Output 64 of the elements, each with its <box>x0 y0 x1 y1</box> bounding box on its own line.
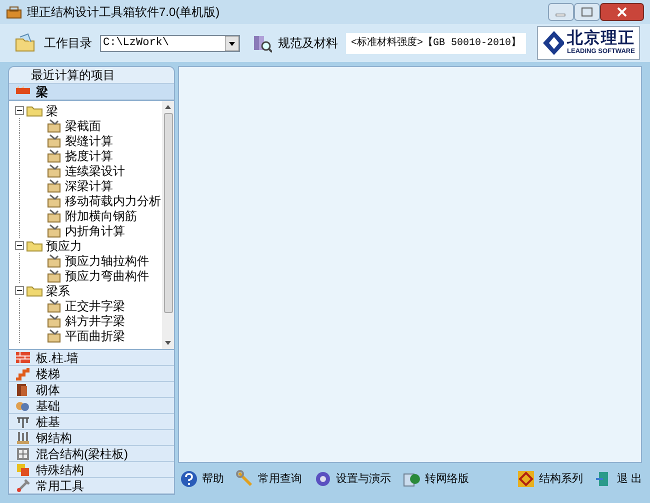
scrollbar-thumb[interactable] <box>164 113 172 313</box>
brick-wall-icon <box>15 350 31 366</box>
gear-button[interactable]: 设置与演示 <box>314 470 391 488</box>
recent-projects-item[interactable]: 最近计算的项目 <box>9 67 174 84</box>
tree-item[interactable]: 预应力 <box>46 236 82 254</box>
category-item[interactable]: 楼梯 <box>9 366 174 382</box>
diamond-logo-icon <box>542 30 564 56</box>
tree-item[interactable]: 梁截面 <box>65 116 101 134</box>
tree-item[interactable]: 内折角计算 <box>65 222 125 240</box>
window-title: 理正结构设计工具箱软件7.0(单机版) <box>27 4 220 21</box>
tree-toggle-icon[interactable] <box>15 286 24 295</box>
category-item[interactable]: 常用工具 <box>9 478 174 494</box>
books-magnifier-icon <box>252 33 272 53</box>
steel-icon <box>15 430 31 446</box>
close-icon <box>600 3 644 21</box>
folder-icon <box>14 33 36 53</box>
tree-item[interactable]: 梁 <box>46 102 58 120</box>
dropdown-arrow-icon <box>225 36 239 50</box>
diamond-logo-button[interactable]: 结构系列 <box>516 470 583 488</box>
tree-item[interactable]: 连续梁设计 <box>65 162 125 180</box>
directory-dropdown[interactable]: C:\LzWork\ <box>100 34 240 52</box>
tree-item[interactable]: 斜方井字梁 <box>65 312 125 330</box>
scrollbar[interactable] <box>162 101 174 349</box>
tree-item[interactable]: 深梁计算 <box>65 176 113 194</box>
wrench-icon <box>236 470 254 488</box>
tree-item[interactable]: 平面曲折梁 <box>65 326 125 344</box>
tree-item[interactable]: 裂缝计算 <box>65 132 113 150</box>
folder-icon <box>26 104 44 117</box>
category-item[interactable]: 基础 <box>9 398 174 414</box>
category-item[interactable]: 混合结构(梁柱板) <box>9 446 174 462</box>
tree-item[interactable]: 预应力轴拉构件 <box>65 252 149 270</box>
help-icon <box>180 470 198 488</box>
grid-icon <box>15 446 31 462</box>
category-item[interactable]: 桩基 <box>9 414 174 430</box>
tree-toggle-icon[interactable] <box>15 106 24 115</box>
folder-icon <box>26 239 44 252</box>
folder-icon <box>26 284 44 297</box>
diamond-logo-icon <box>516 470 535 488</box>
category-item[interactable]: 梁 <box>9 84 174 100</box>
category-item[interactable]: 砌体 <box>9 382 174 398</box>
toolbox-icon <box>6 5 22 19</box>
tree-toggle-icon[interactable] <box>15 241 24 250</box>
stairs-icon <box>15 366 31 382</box>
tools-icon <box>15 478 31 494</box>
spec-field[interactable]: <标准材料强度>【GB 50010-2010】 <box>346 32 526 54</box>
tree-item[interactable]: 挠度计算 <box>65 146 113 164</box>
field-label: 规范及材料 <box>278 35 338 52</box>
minimize-icon <box>548 3 574 21</box>
exit-door-button[interactable]: 退 出 <box>594 470 642 488</box>
tree-item[interactable]: 移动荷载内力分析 <box>65 192 161 210</box>
globe-button[interactable]: 转网络版 <box>403 470 469 488</box>
shapes-icon <box>15 462 31 478</box>
wrench-button[interactable]: 常用查询 <box>236 470 302 488</box>
field-label: 工作目录 <box>44 35 92 52</box>
maximize-icon <box>574 3 600 21</box>
help-button[interactable]: 帮助 <box>180 470 224 488</box>
category-item[interactable]: 板.柱.墙 <box>9 350 174 366</box>
category-item[interactable]: 钢结构 <box>9 430 174 446</box>
tree-item[interactable]: 梁系 <box>46 282 70 300</box>
tree-item[interactable]: 正交井字梁 <box>65 296 125 314</box>
gear-icon <box>314 470 332 488</box>
tree-item[interactable]: 预应力弯曲构件 <box>65 266 149 284</box>
category-item[interactable]: 特殊结构 <box>9 462 174 478</box>
tree-item[interactable]: 附加横向钢筋 <box>65 206 137 224</box>
